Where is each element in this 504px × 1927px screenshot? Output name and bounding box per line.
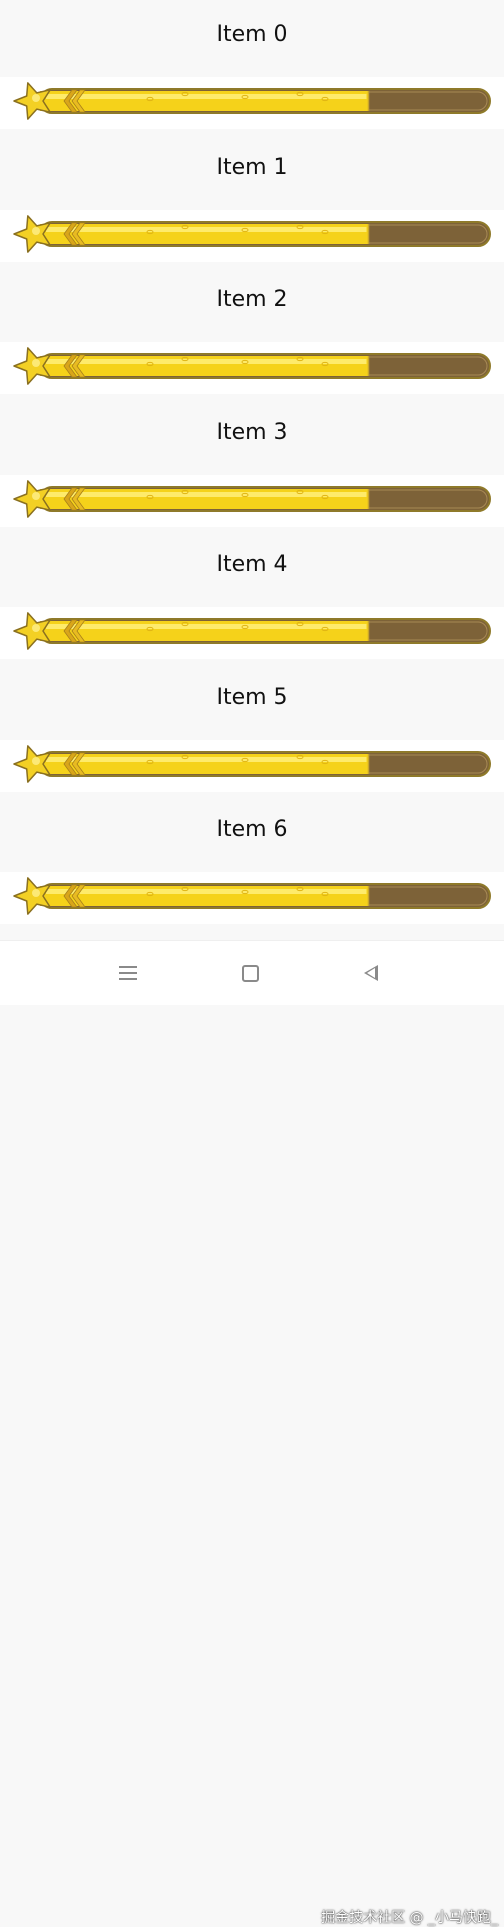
progress-bar-graphic: [13, 877, 491, 915]
progress-bar-graphic: [13, 744, 491, 783]
progress-fill-highlight: [46, 359, 367, 364]
progress-bar-graphic: [13, 479, 491, 518]
star-shine: [32, 359, 40, 367]
progress-bar: [0, 474, 504, 527]
progress-fill-highlight: [46, 756, 367, 762]
system-nav-bar: 掘金技术社区 @ _小马快跑_: [0, 940, 504, 1926]
progress-fill-highlight: [46, 889, 367, 894]
progress-fill-highlight: [46, 94, 367, 99]
list-item: Item 0: [0, 0, 504, 133]
progress-bar-graphic: [13, 612, 491, 650]
menu-button[interactable]: [114, 959, 142, 987]
progress-fill-highlight: [46, 226, 367, 232]
back-button[interactable]: [357, 959, 385, 987]
item-title: Item 1: [216, 154, 288, 180]
star-shine: [32, 624, 40, 632]
list-item: Item 2: [0, 265, 504, 398]
watermark: 掘金技术社区 @ _小马快跑_: [321, 1910, 498, 1926]
progress-fill-highlight: [46, 624, 367, 629]
menu-lines-icon: [119, 966, 137, 980]
progress-bar: [0, 607, 504, 659]
progress-bar-graphic: [13, 214, 491, 253]
list-item: Item 6: [0, 795, 504, 928]
progress-bar: [0, 739, 504, 792]
square-home-icon: [241, 964, 259, 982]
item-title: Item 6: [216, 817, 288, 842]
item-list[interactable]: Item 0 Item 1 Item 2 Item 3 Item 4 Item …: [0, 0, 504, 928]
progress-bar: [0, 342, 504, 394]
triangle-back-icon: [364, 965, 378, 981]
list-item: Item 5: [0, 663, 504, 796]
star-shine: [32, 491, 40, 500]
item-title: Item 2: [216, 287, 288, 312]
star-shine: [32, 889, 40, 897]
list-item: Item 3: [0, 398, 504, 531]
progress-bar-graphic: [13, 347, 491, 385]
star-shine: [32, 756, 40, 765]
star-shine: [32, 226, 40, 235]
item-title: Item 4: [216, 552, 288, 577]
star-shine: [32, 94, 40, 102]
progress-bar: [0, 872, 504, 924]
progress-bar-graphic: [13, 82, 491, 120]
progress-bar: [0, 77, 504, 129]
item-title: Item 5: [216, 684, 288, 710]
list-item: Item 4: [0, 530, 504, 663]
progress-bar: [0, 209, 504, 262]
list-item: Item 1: [0, 133, 504, 266]
progress-fill-highlight: [46, 491, 367, 497]
home-button[interactable]: [236, 959, 264, 987]
item-title: Item 3: [216, 419, 288, 445]
item-title: Item 0: [216, 22, 288, 47]
